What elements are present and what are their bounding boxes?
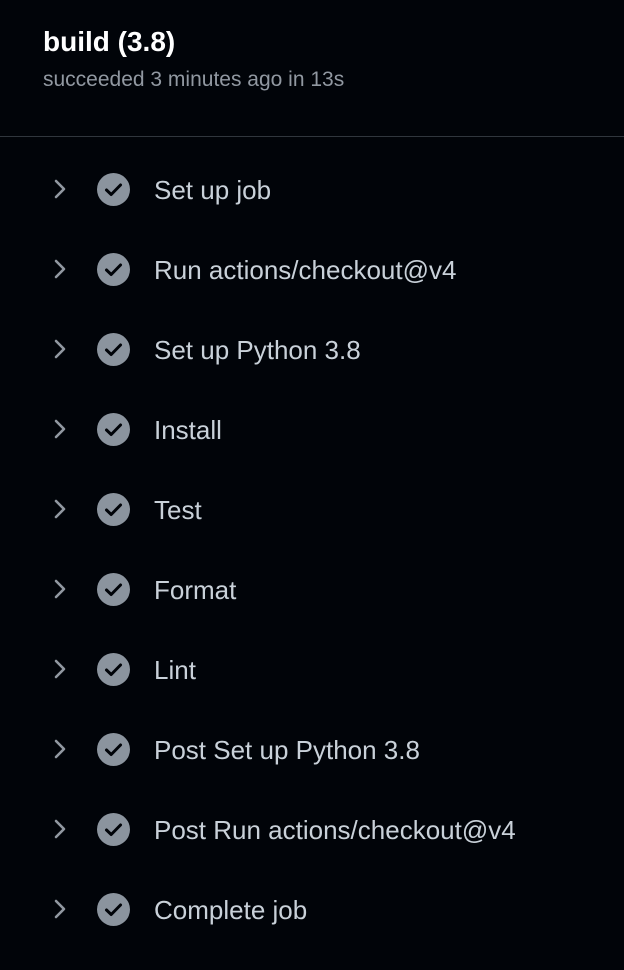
job-step[interactable]: Set up job: [0, 149, 624, 229]
job-steps-list: Set up job Run actions/checkout@v4 Set u…: [0, 137, 624, 949]
job-step[interactable]: Post Run actions/checkout@v4: [0, 789, 624, 869]
check-circle-icon: [97, 493, 130, 526]
chevron-right-icon[interactable]: [52, 255, 68, 283]
step-label: Install: [154, 415, 222, 445]
job-header: build (3.8) succeeded 3 minutes ago in 1…: [0, 0, 624, 137]
chevron-right-icon[interactable]: [52, 575, 68, 603]
job-step[interactable]: Test: [0, 469, 624, 549]
job-step[interactable]: Complete job: [0, 869, 624, 949]
job-step[interactable]: Format: [0, 549, 624, 629]
check-circle-icon: [97, 813, 130, 846]
check-circle-icon: [97, 253, 130, 286]
chevron-right-icon[interactable]: [52, 735, 68, 763]
step-label: Post Run actions/checkout@v4: [154, 815, 516, 845]
chevron-right-icon[interactable]: [52, 495, 68, 523]
chevron-right-icon[interactable]: [52, 655, 68, 683]
job-step[interactable]: Set up Python 3.8: [0, 309, 624, 389]
step-label: Run actions/checkout@v4: [154, 255, 457, 285]
check-circle-icon: [97, 653, 130, 686]
check-circle-icon: [97, 733, 130, 766]
step-label: Set up job: [154, 175, 272, 205]
job-step[interactable]: Post Set up Python 3.8: [0, 709, 624, 789]
chevron-right-icon[interactable]: [52, 415, 68, 443]
step-label: Lint: [154, 655, 196, 685]
chevron-right-icon[interactable]: [52, 335, 68, 363]
job-title: build (3.8): [43, 26, 176, 57]
step-label: Format: [154, 575, 237, 605]
job-step[interactable]: Lint: [0, 629, 624, 709]
check-circle-icon: [97, 173, 130, 206]
job-status-summary: succeeded 3 minutes ago in 13s: [43, 68, 345, 91]
check-circle-icon: [97, 333, 130, 366]
check-circle-icon: [97, 893, 130, 926]
step-label: Test: [154, 495, 202, 525]
chevron-right-icon[interactable]: [52, 815, 68, 843]
check-circle-icon: [97, 413, 130, 446]
job-step[interactable]: Install: [0, 389, 624, 469]
chevron-right-icon[interactable]: [52, 895, 68, 923]
step-label: Complete job: [154, 895, 308, 925]
step-label: Set up Python 3.8: [154, 335, 361, 365]
step-label: Post Set up Python 3.8: [154, 735, 420, 765]
job-step[interactable]: Run actions/checkout@v4: [0, 229, 624, 309]
check-circle-icon: [97, 573, 130, 606]
chevron-right-icon[interactable]: [52, 175, 68, 203]
